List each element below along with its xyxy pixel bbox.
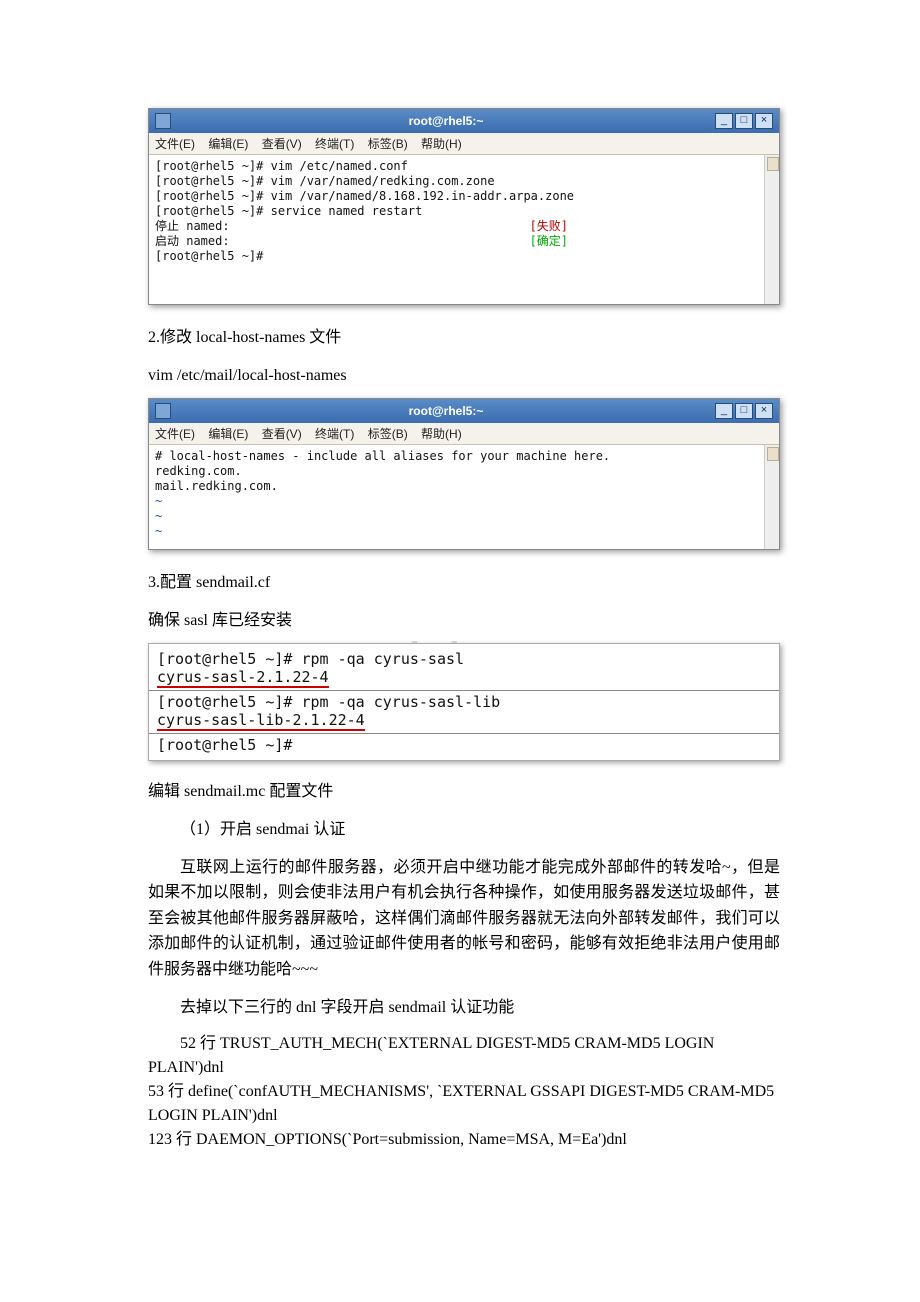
- close-button[interactable]: ×: [755, 113, 773, 129]
- code-snippet: [root@rhel5 ~]# rpm -qa cyrus-sasl cyrus…: [148, 643, 780, 761]
- cfg-line-53: 53 行 define(`confAUTH_MECHANISMS', `EXTE…: [148, 1083, 774, 1124]
- term-line: [root@rhel5 ~]# vim /etc/named.conf: [155, 159, 761, 174]
- text-remove-dnl: 去掉以下三行的 dnl 字段开启 sendmail 认证功能: [148, 995, 780, 1021]
- text-edit-mc: 编辑 sendmail.mc 配置文件: [148, 779, 780, 805]
- snippet-line: cyrus-sasl-lib-2.1.22-4: [157, 711, 771, 731]
- term-line: 启动 named:[确定]: [155, 234, 761, 249]
- term-line: mail.redking.com.: [155, 479, 761, 494]
- term-line: [root@rhel5 ~]# vim /var/named/redking.c…: [155, 174, 761, 189]
- snippet-line: [root@rhel5 ~]# rpm -qa cyrus-sasl: [157, 650, 771, 668]
- window-title: root@rhel5:~: [177, 404, 715, 418]
- text-sub1: （1）开启 sendmai 认证: [148, 817, 780, 843]
- menu-edit[interactable]: 编辑(E): [208, 137, 248, 151]
- menu-help[interactable]: 帮助(H): [421, 137, 462, 151]
- cfg-line-123: 123 行 DAEMON_OPTIONS(`Port=submission, N…: [148, 1131, 627, 1148]
- command-text: vim /etc/mail/local-host-names: [148, 363, 780, 389]
- menu-tabs[interactable]: 标签(B): [368, 137, 408, 151]
- snippet-line: cyrus-sasl-2.1.22-4: [157, 668, 771, 688]
- term-line: 停止 named:[失败]: [155, 219, 761, 234]
- vim-tilde: ~: [155, 494, 761, 509]
- vim-tilde: ~: [155, 524, 761, 539]
- cfg-line-52: 52 行 TRUST_AUTH_MECH(`EXTERNAL DIGEST-MD…: [148, 1035, 714, 1076]
- terminal-body[interactable]: [root@rhel5 ~]# vim /etc/named.conf [roo…: [149, 155, 779, 304]
- maximize-button[interactable]: □: [735, 403, 753, 419]
- menu-file[interactable]: 文件(E): [155, 427, 195, 441]
- titlebar: root@rhel5:~ _ □ ×: [149, 109, 779, 133]
- menubar: 文件(E) 编辑(E) 查看(V) 终端(T) 标签(B) 帮助(H): [149, 133, 779, 155]
- status-ok: [确定]: [530, 234, 568, 248]
- titlebar: root@rhel5:~ _ □ ×: [149, 399, 779, 423]
- heading-step2: 2.修改 local-host-names 文件: [148, 325, 780, 351]
- paragraph-relay: 互联网上运行的邮件服务器，必须开启中继功能才能完成外部邮件的转发哈~，但是如果不…: [148, 855, 780, 983]
- menu-tabs[interactable]: 标签(B): [368, 427, 408, 441]
- config-lines: 52 行 TRUST_AUTH_MECH(`EXTERNAL DIGEST-MD…: [148, 1032, 780, 1152]
- menu-terminal[interactable]: 终端(T): [315, 137, 354, 151]
- snippet-line: [root@rhel5 ~]# rpm -qa cyrus-sasl-lib: [157, 693, 771, 711]
- vim-tilde: ~: [155, 509, 761, 524]
- menu-file[interactable]: 文件(E): [155, 137, 195, 151]
- menu-help[interactable]: 帮助(H): [421, 427, 462, 441]
- term-line: [root@rhel5 ~]# service named restart: [155, 204, 761, 219]
- snippet-line: [root@rhel5 ~]#: [157, 736, 771, 754]
- term-line: # local-host-names - include all aliases…: [155, 449, 761, 464]
- scrollbar[interactable]: [764, 445, 779, 549]
- menubar: 文件(E) 编辑(E) 查看(V) 终端(T) 标签(B) 帮助(H): [149, 423, 779, 445]
- term-line: redking.com.: [155, 464, 761, 479]
- maximize-button[interactable]: □: [735, 113, 753, 129]
- minimize-button[interactable]: _: [715, 403, 733, 419]
- status-fail: [失败]: [530, 219, 568, 233]
- heading-step3: 3.配置 sendmail.cf: [148, 570, 780, 596]
- terminal-window-2: root@rhel5:~ _ □ × 文件(E) 编辑(E) 查看(V) 终端(…: [148, 398, 780, 550]
- window-title: root@rhel5:~: [177, 114, 715, 128]
- term-line: [root@rhel5 ~]# vim /var/named/8.168.192…: [155, 189, 761, 204]
- window-icon: [155, 403, 171, 419]
- terminal-body[interactable]: # local-host-names - include all aliases…: [149, 445, 779, 549]
- menu-view[interactable]: 查看(V): [262, 137, 302, 151]
- scrollbar[interactable]: [764, 155, 779, 304]
- menu-terminal[interactable]: 终端(T): [315, 427, 354, 441]
- term-line: [root@rhel5 ~]#: [155, 249, 761, 264]
- minimize-button[interactable]: _: [715, 113, 733, 129]
- text-sasl: 确保 sasl 库已经安装: [148, 608, 780, 634]
- menu-view[interactable]: 查看(V): [262, 427, 302, 441]
- window-icon: [155, 113, 171, 129]
- close-button[interactable]: ×: [755, 403, 773, 419]
- terminal-window-1: root@rhel5:~ _ □ × 文件(E) 编辑(E) 查看(V) 终端(…: [148, 108, 780, 305]
- menu-edit[interactable]: 编辑(E): [208, 427, 248, 441]
